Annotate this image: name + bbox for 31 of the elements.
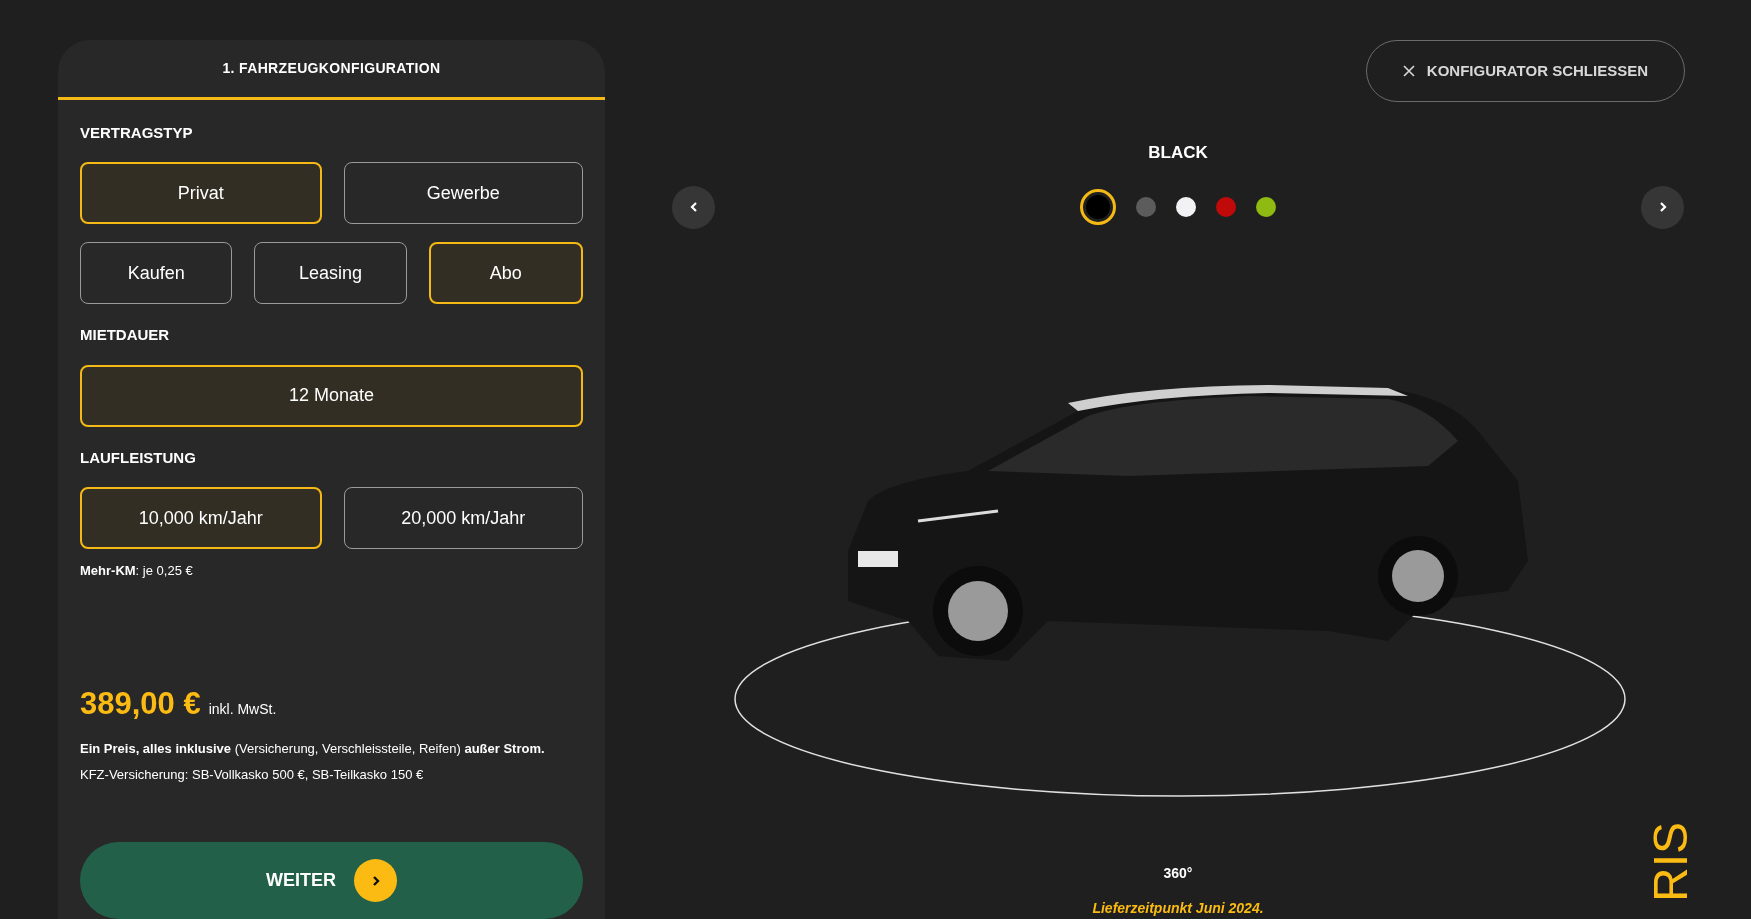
next-arrow-button[interactable]: [1641, 185, 1684, 229]
section-heading: MIETDAUER: [80, 325, 171, 345]
color-swatch[interactable]: [1136, 197, 1156, 217]
extra-km-note: Mehr-KM: je 0,25 €: [80, 562, 194, 580]
option-button[interactable]: Gewerbe: [343, 162, 583, 224]
option-button[interactable]: 20,000 km/Jahr: [343, 487, 583, 549]
price-note: Ein Preis, alles inklusive (Versicherung, Verschleissteile, Reifen) außer Strom.: [80, 740, 546, 758]
option-button[interactable]: Abo: [428, 242, 583, 304]
color-name: BLACK: [1148, 142, 1208, 164]
color-swatch[interactable]: [1216, 197, 1236, 217]
close-icon: [1402, 65, 1415, 77]
view-360-label: 360°: [1163, 864, 1193, 883]
next-button[interactable]: WEITER: [80, 842, 583, 919]
brand-text: RIS: [1647, 822, 1695, 902]
delivery-note: Lieferzeitpunkt Juni 2024.: [1092, 899, 1264, 918]
option-button[interactable]: Kaufen: [80, 242, 233, 304]
section-heading: LAUFLEISTUNG: [80, 447, 197, 468]
insurance-note: KFZ-Versicherung: SB-Vollkasko 500 €, SB-Teilkasko 150 €: [80, 765, 425, 784]
color-swatch[interactable]: [1080, 189, 1116, 225]
price-suffix: inkl. MwSt.: [208, 699, 277, 719]
previous-button[interactable]: [672, 185, 715, 229]
color-swatch[interactable]: [1176, 197, 1196, 217]
section-heading: VERTRAGSTYP: [80, 122, 194, 143]
chevron-right-icon: [354, 859, 397, 902]
panel-title: 1. FAHRZEUGKONFIGURATION: [222, 58, 441, 78]
option-button[interactable]: 12 Monate: [80, 364, 583, 427]
option-button[interactable]: Privat: [80, 162, 322, 224]
option-button[interactable]: Leasing: [254, 242, 407, 304]
option-button[interactable]: 10,000 km/Jahr: [80, 487, 322, 549]
color-swatch[interactable]: [1256, 197, 1276, 217]
price: 389,00 €: [80, 684, 201, 723]
